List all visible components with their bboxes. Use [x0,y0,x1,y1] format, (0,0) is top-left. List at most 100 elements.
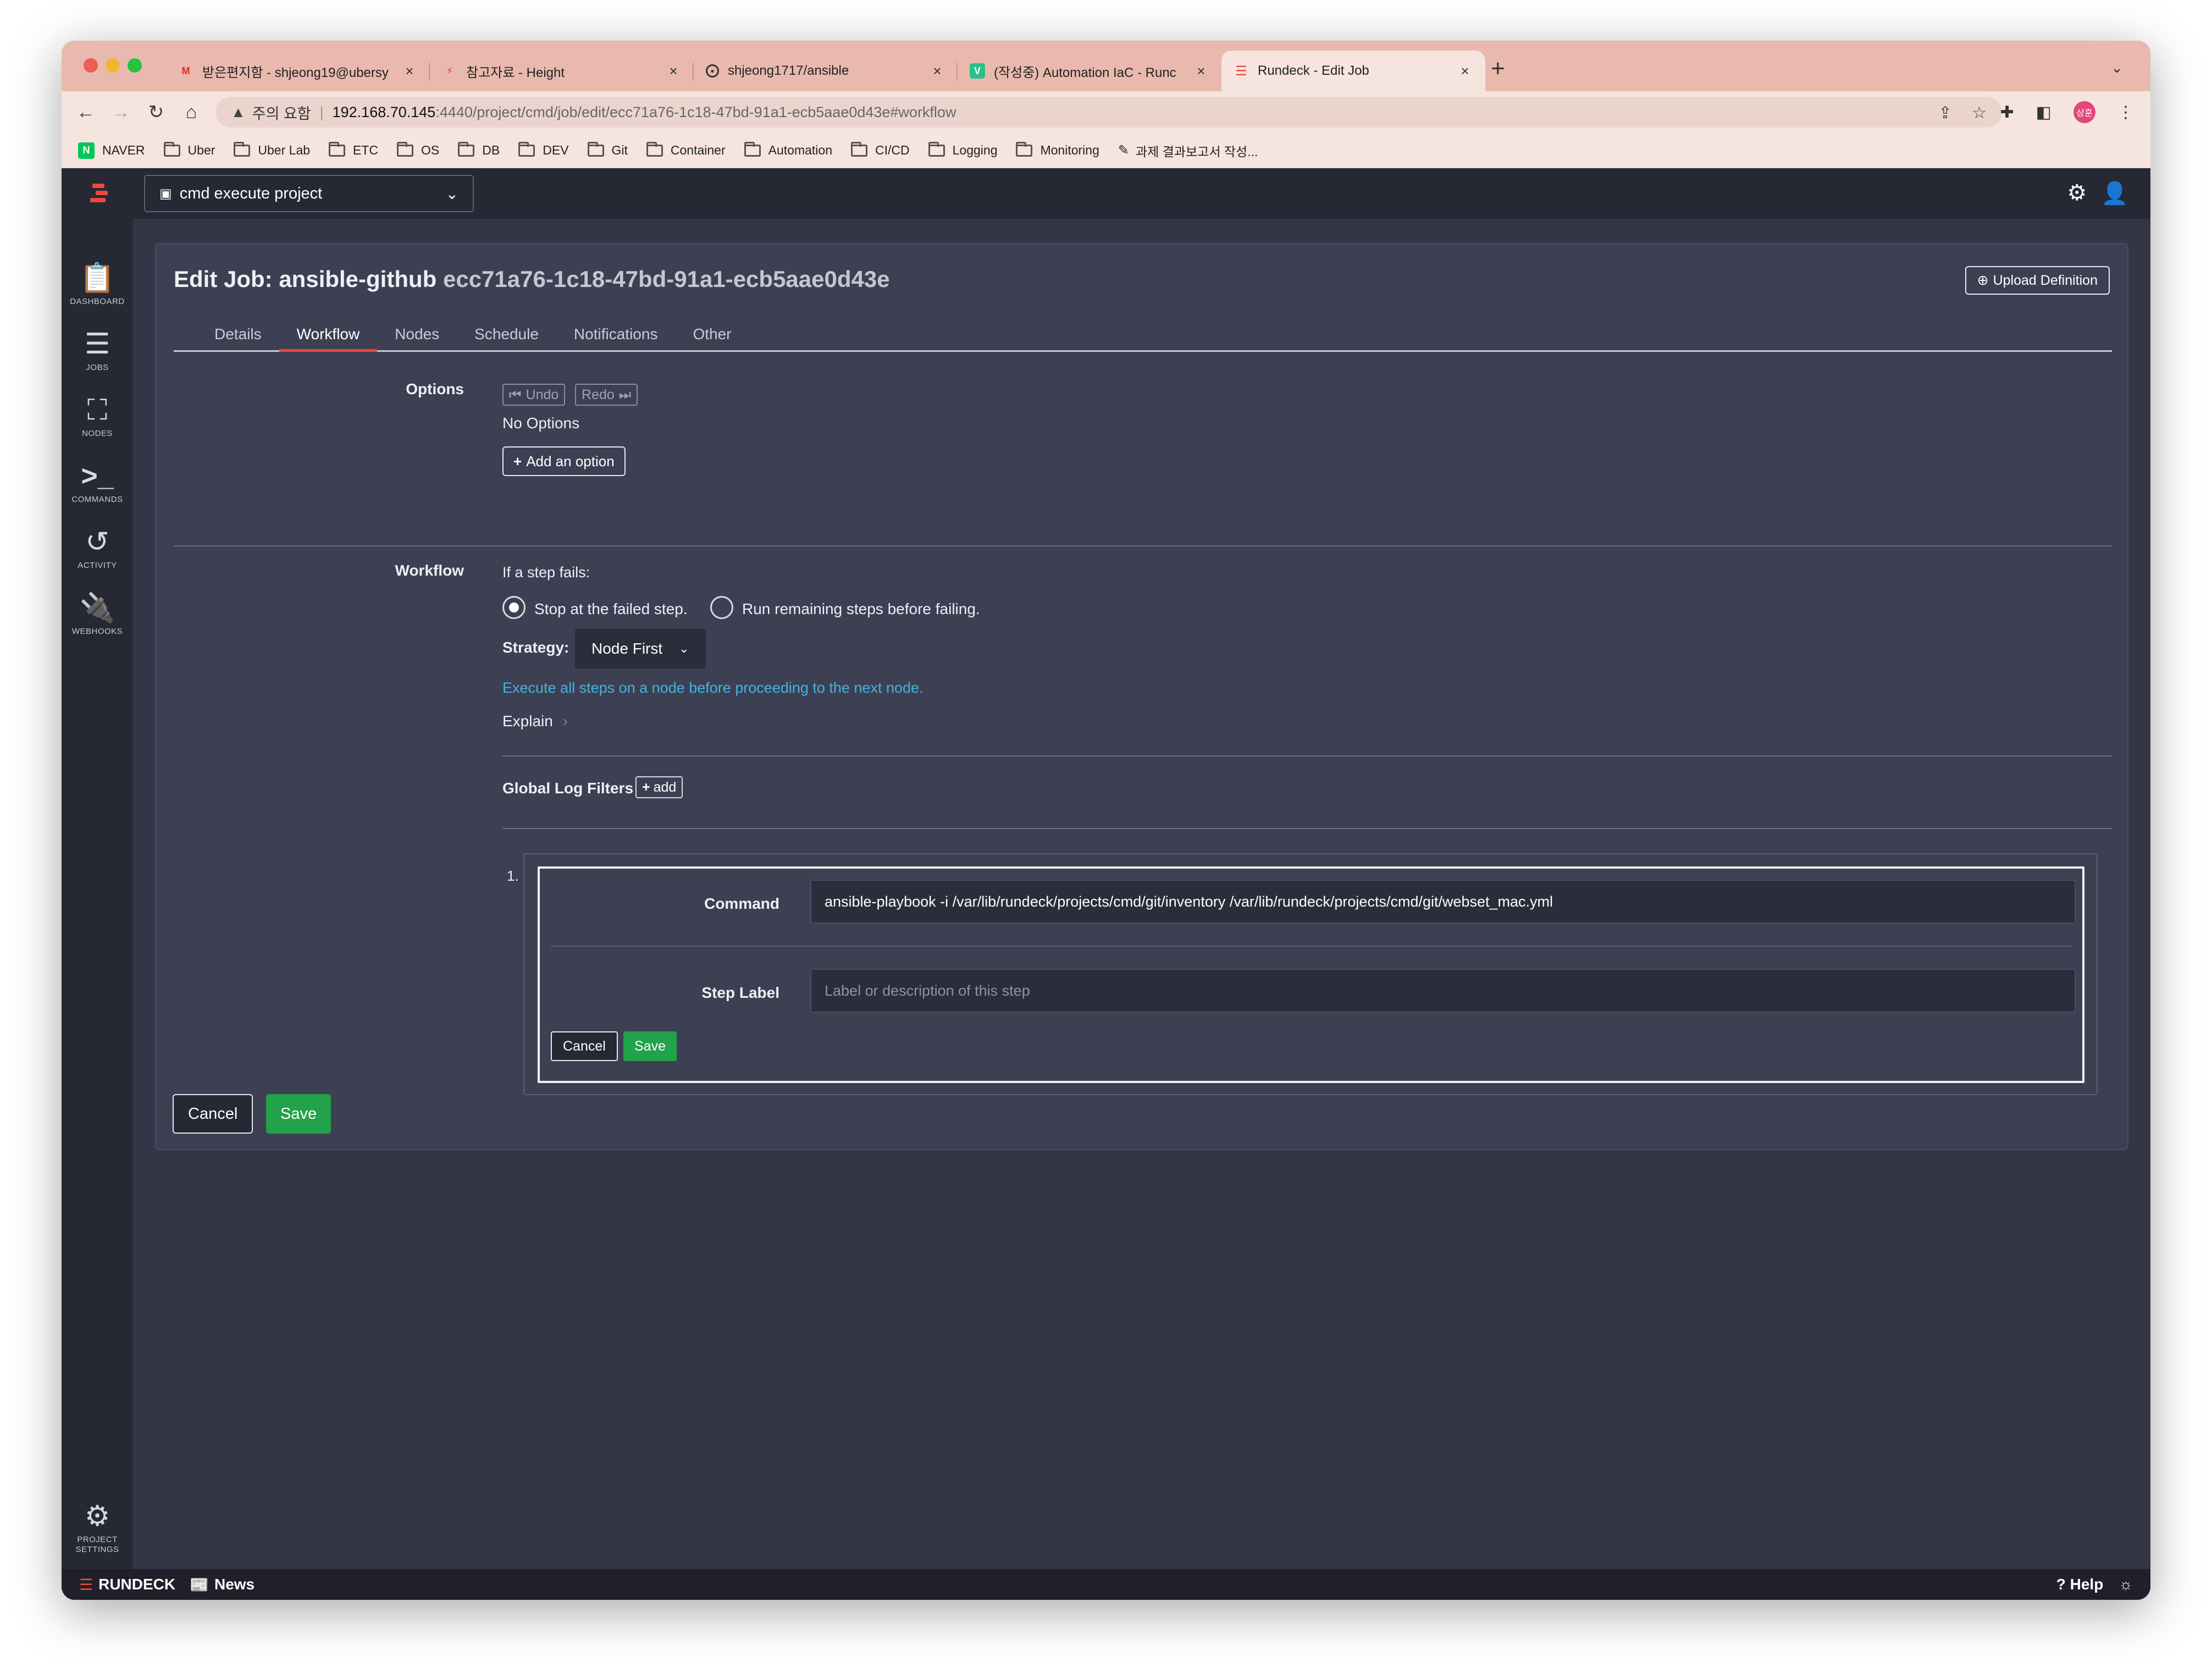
form-save-button[interactable]: Save [266,1094,331,1134]
sidebar-item-project-settings[interactable]: ⚙ PROJECT SETTINGS [62,1500,133,1555]
vuepress-icon: V [970,63,985,79]
home-icon[interactable]: ⌂ [174,102,209,123]
security-status: 주의 요함 [252,105,311,122]
stop-at-failed-step-label: Stop at the failed step. [534,600,688,617]
add-log-filter-button[interactable]: + add [635,776,683,798]
rundeck-logo-icon[interactable] [88,179,108,207]
close-tab-icon[interactable]: × [1193,63,1209,80]
bookmark-naver[interactable]: N NAVER [78,142,145,159]
close-tab-icon[interactable]: × [929,63,945,80]
app-top-nav: ▣ cmd execute project ⌄ ⚙ 👤 [62,168,2150,219]
strategy-select[interactable]: Node First ⌄ [575,629,706,669]
bookmark-container[interactable]: Container [646,141,726,158]
minimize-window-button[interactable] [106,58,120,73]
bookmark-etc[interactable]: ETC [329,141,378,158]
help-link[interactable]: ? Help [2056,1576,2104,1593]
bookmark-cicd[interactable]: CI/CD [851,141,910,158]
page-title: Edit Job: ansible-github ecc71a76-1c18-4… [174,266,890,292]
sidebar-item-jobs[interactable]: ☰ JOBS [62,328,133,373]
share-icon[interactable]: ⇪ [1938,103,1952,123]
rundeck-footer-brand[interactable]: ☰ RUNDECK [79,1576,175,1594]
browser-tab-github[interactable]: ● shjeong1717/ansible × [694,51,958,91]
zoom-window-button[interactable] [128,58,142,73]
sidebar-item-nodes[interactable]: ⛶ NODES [62,394,133,439]
tab-workflow[interactable]: Workflow [279,320,378,352]
tab-nodes[interactable]: Nodes [377,320,457,350]
step-label-input[interactable]: Label or description of this step [810,969,2076,1013]
back-arrow-icon[interactable]: ← [68,102,103,123]
profile-avatar[interactable]: 상훈 [2073,101,2095,123]
section-divider [502,755,2112,756]
upload-definition-button[interactable]: ⊕ Upload Definition [1965,266,2110,295]
plus-icon: + [642,779,650,795]
redo-button[interactable]: Redo ⏭ [575,384,638,406]
strategy-label: Strategy: [502,639,569,656]
options-label: Options [406,380,464,397]
tab-schedule[interactable]: Schedule [457,320,556,350]
sidebar-item-dashboard[interactable]: 📋 DASHBOARD [62,262,133,307]
sidebar-item-webhooks[interactable]: 🔌 WEBHOOKS [62,592,133,637]
browser-toolbar: ← → ↻ ⌂ ▲ 주의 요함 | 192.168.70.145:4440/pr… [62,91,2150,133]
list-icon: ☰ [84,328,110,360]
browser-menu-icon[interactable]: ⋮ [2117,103,2134,122]
reload-icon[interactable]: ↻ [139,101,174,123]
close-tab-icon[interactable]: × [401,63,418,80]
section-divider [502,828,2112,829]
bookmark-automation[interactable]: Automation [744,141,832,158]
close-tab-icon[interactable]: × [665,63,682,80]
app-footer: ☰ RUNDECK 📰 News ? Help ☼ [62,1569,2150,1600]
step-save-button[interactable]: Save [623,1031,677,1061]
address-bar[interactable]: ▲ 주의 요함 | 192.168.70.145:4440/project/cm… [215,97,2002,128]
workflow-label: Workflow [395,562,464,579]
bookmark-report[interactable]: ✎ 과제 결과보고서 작성... [1118,141,1258,160]
bookmark-db[interactable]: DB [458,141,500,158]
browser-tab-vuepress[interactable]: V (작성중) Automation IaC - Runc × [958,51,1221,91]
bookmark-star-icon[interactable]: ☆ [1972,103,1987,123]
form-cancel-button[interactable]: Cancel [173,1094,253,1134]
sidebar-item-activity[interactable]: ↺ ACTIVITY [62,526,133,571]
command-input[interactable]: ansible-playbook -i /var/lib/rundeck/pro… [810,880,2076,924]
folder-icon [234,141,251,157]
github-icon: ● [706,64,719,78]
gear-icon[interactable]: ⚙ [2067,180,2087,206]
bookmark-monitoring[interactable]: Monitoring [1016,141,1099,158]
tab-other[interactable]: Other [675,320,749,350]
browser-tab-height[interactable]: ⚡ 참고자료 - Height × [430,51,694,91]
tab-notifications[interactable]: Notifications [556,320,676,350]
undo-button[interactable]: ⏮ Undo [502,384,566,406]
folder-icon [518,141,535,157]
sidebar-item-commands[interactable]: >_ COMMANDS [62,460,133,505]
bookmarks-bar: N NAVER Uber Uber Lab ETC OS DB DEV Git … [62,133,2150,168]
forward-arrow-icon[interactable]: → [103,102,139,123]
explain-toggle[interactable]: Explain › [502,713,568,730]
tab-search-chevron-icon[interactable]: ⌄ [2111,59,2123,76]
close-window-button[interactable] [84,58,98,73]
height-icon: ⚡ [446,65,454,76]
bookmark-dev[interactable]: DEV [518,141,569,158]
news-link[interactable]: 📰 News [190,1576,255,1594]
theme-toggle-icon[interactable]: ☼ [2119,1576,2133,1593]
run-remaining-steps-radio[interactable] [710,596,733,619]
add-option-button[interactable]: + Add an option [502,446,626,476]
side-panel-icon[interactable]: ◧ [2036,103,2051,122]
naver-icon: N [78,142,95,159]
user-icon[interactable]: 👤 [2101,180,2128,206]
bookmark-git[interactable]: Git [587,141,628,158]
new-tab-button[interactable]: + [1491,55,1505,82]
history-icon: ↺ [85,526,109,558]
close-tab-icon[interactable]: × [1457,63,1473,80]
bookmark-uber-lab[interactable]: Uber Lab [234,141,310,158]
no-options-text: No Options [502,415,580,432]
step-cancel-button[interactable]: Cancel [551,1031,618,1061]
stop-at-failed-step-radio[interactable] [502,596,526,619]
tab-details[interactable]: Details [174,320,279,350]
url-host: 192.168.70.145 [332,103,436,120]
bookmark-logging[interactable]: Logging [928,141,997,158]
extensions-puzzle-icon[interactable]: ✚ [2000,103,2014,122]
browser-tab-rundeck[interactable]: ☰ Rundeck - Edit Job × [1221,51,1485,91]
rundeck-icon: ☰ [1235,63,1247,79]
project-selector[interactable]: ▣ cmd execute project ⌄ [144,175,474,212]
bookmark-os[interactable]: OS [397,141,439,158]
browser-tab-gmail[interactable]: M 받은편지함 - shjeong19@ubersy × [166,51,430,91]
bookmark-uber[interactable]: Uber [163,141,215,158]
